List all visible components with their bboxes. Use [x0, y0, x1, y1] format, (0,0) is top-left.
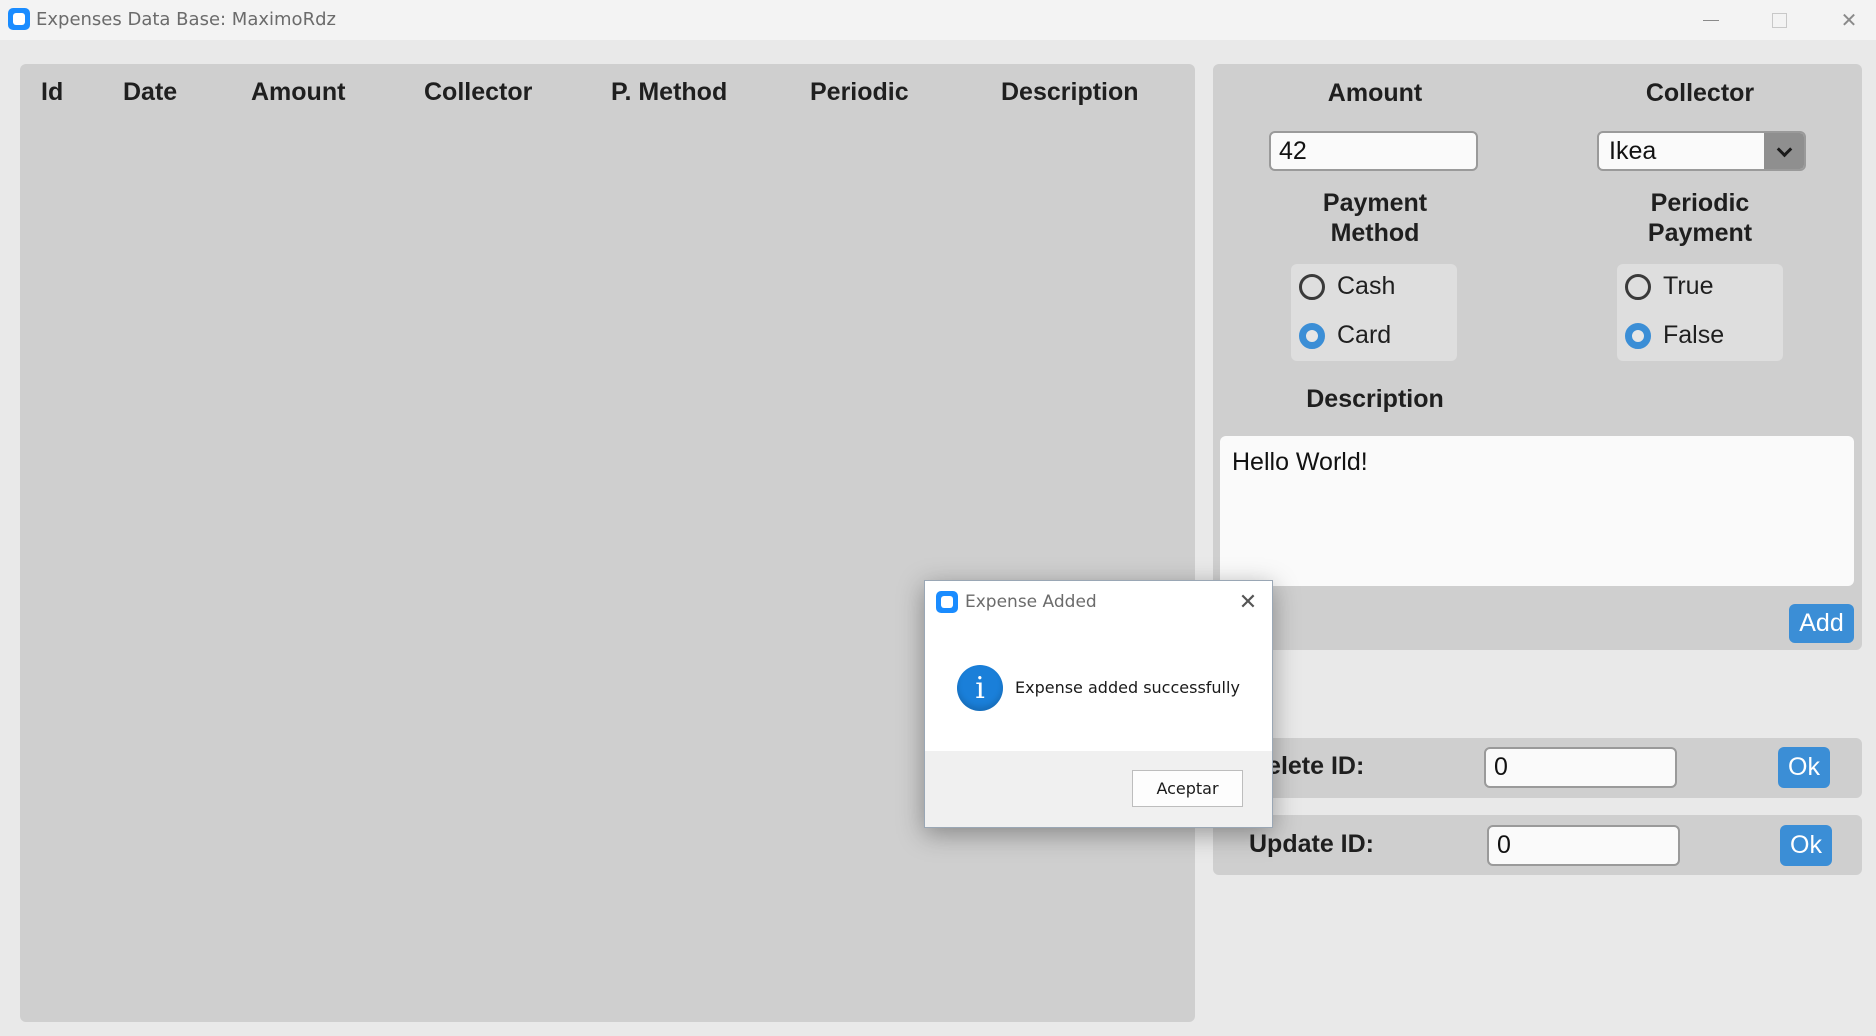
app-icon — [936, 591, 958, 613]
dialog-message: Expense added successfully — [1015, 678, 1240, 697]
expenses-table[interactable]: Id Date Amount Collector P. Method Perio… — [20, 64, 1195, 1022]
radio-card-label: Card — [1337, 321, 1392, 349]
maximize-button[interactable] — [1745, 0, 1813, 40]
window-title: Expenses Data Base: MaximoRdz — [36, 9, 336, 30]
minimize-icon — [1703, 19, 1719, 21]
payment-method-label: Payment Method — [1290, 188, 1460, 248]
dialog-title-bar: Expense Added ✕ — [925, 581, 1272, 624]
payment-method-group: Cash Card — [1291, 264, 1457, 361]
periodic-payment-label-line2: Payment — [1647, 219, 1753, 247]
app-window: Expenses Data Base: MaximoRdz ✕ Id Date … — [0, 0, 1876, 1036]
radio-true-label: True — [1663, 272, 1714, 300]
radio-cash[interactable]: Cash — [1299, 272, 1395, 301]
collector-label: Collector — [1645, 79, 1755, 107]
column-header-collector[interactable]: Collector — [424, 78, 532, 107]
payment-method-label-line2: Method — [1330, 219, 1420, 247]
periodic-payment-label: Periodic Payment — [1615, 188, 1785, 248]
description-textarea[interactable]: Hello World! — [1220, 436, 1854, 586]
radio-button-checked[interactable] — [1299, 322, 1325, 349]
column-header-date[interactable]: Date — [123, 78, 177, 107]
close-icon: ✕ — [1840, 8, 1858, 32]
radio-false-label: False — [1663, 321, 1725, 349]
dialog-close-button[interactable]: ✕ — [1235, 589, 1261, 615]
column-header-payment-method[interactable]: P. Method — [611, 78, 727, 107]
expense-added-dialog: Expense Added ✕ i Expense added successf… — [924, 580, 1273, 828]
column-header-amount[interactable]: Amount — [251, 78, 345, 107]
collector-dropdown-button[interactable] — [1764, 133, 1804, 169]
collector-select[interactable]: Ikea — [1597, 131, 1806, 171]
description-label: Description — [1306, 385, 1444, 413]
minimize-button[interactable] — [1677, 0, 1745, 40]
info-icon: i — [957, 665, 1003, 711]
radio-button-unchecked[interactable] — [1625, 273, 1651, 300]
update-id-input[interactable]: 0 — [1487, 825, 1680, 866]
close-icon: ✕ — [1238, 589, 1258, 615]
add-button[interactable]: Add — [1789, 604, 1854, 643]
amount-label: Amount — [1327, 79, 1423, 107]
amount-input[interactable]: 42 — [1269, 131, 1478, 171]
chevron-down-icon — [1776, 141, 1792, 157]
radio-button-checked[interactable] — [1625, 322, 1651, 349]
column-header-description[interactable]: Description — [1001, 78, 1139, 107]
title-bar: Expenses Data Base: MaximoRdz ✕ — [0, 0, 1876, 40]
radio-button-unchecked[interactable] — [1299, 273, 1325, 300]
column-header-periodic[interactable]: Periodic — [810, 78, 909, 107]
update-ok-button[interactable]: Ok — [1780, 825, 1832, 866]
collector-select-value: Ikea — [1609, 137, 1657, 165]
radio-cash-label: Cash — [1337, 272, 1396, 300]
radio-card[interactable]: Card — [1299, 321, 1391, 350]
update-id-label: Update ID: — [1249, 830, 1374, 858]
app-icon — [8, 8, 30, 30]
periodic-payment-group: True False — [1617, 264, 1783, 361]
description-text: Hello World! — [1232, 448, 1368, 476]
maximize-icon — [1771, 12, 1787, 28]
delete-ok-button[interactable]: Ok — [1778, 747, 1830, 788]
close-button[interactable]: ✕ — [1815, 0, 1876, 40]
dialog-title: Expense Added — [965, 592, 1097, 612]
payment-method-label-line1: Payment — [1322, 189, 1428, 217]
dialog-ok-button[interactable]: Aceptar — [1132, 770, 1243, 807]
periodic-payment-label-line1: Periodic — [1650, 189, 1750, 217]
radio-true[interactable]: True — [1625, 272, 1713, 301]
radio-false[interactable]: False — [1625, 321, 1724, 350]
column-header-id[interactable]: Id — [41, 78, 63, 107]
delete-id-input[interactable]: 0 — [1484, 747, 1677, 788]
